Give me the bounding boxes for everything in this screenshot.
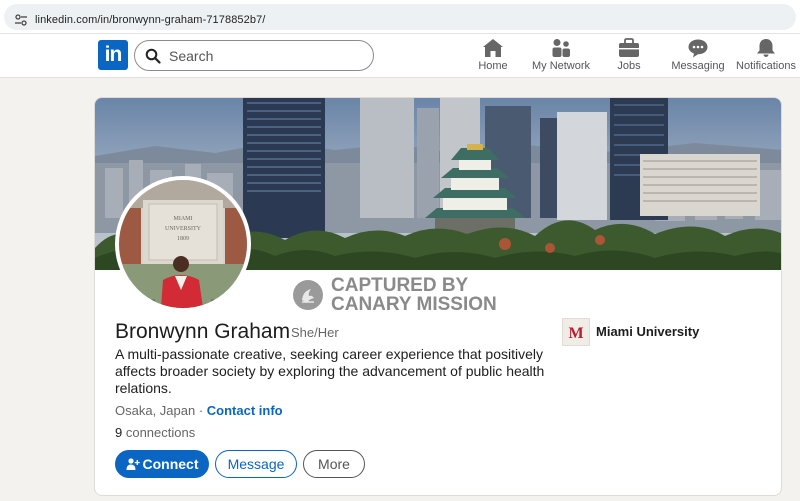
location-separator: · xyxy=(195,403,207,418)
profile-location-row: Osaka, Japan · Contact info xyxy=(115,403,283,418)
connections-count-row[interactable]: 9 connections xyxy=(115,425,195,440)
nav-jobs[interactable]: Jobs xyxy=(613,38,645,76)
profile-headline: A multi-passionate creative, seeking car… xyxy=(115,346,545,396)
message-button[interactable]: Message xyxy=(215,450,297,478)
network-icon xyxy=(552,39,570,57)
sign-line-2: UNIVERSITY xyxy=(165,226,202,232)
browser-address-bar: linkedin.com/in/bronwynn-graham-7178852b… xyxy=(0,0,800,34)
connect-label: Connect xyxy=(142,456,199,472)
search-box[interactable] xyxy=(134,40,374,71)
site-settings-icon[interactable] xyxy=(14,13,28,27)
nav-jobs-label: Jobs xyxy=(617,60,641,72)
sign-line-1: MIAMI xyxy=(174,216,193,222)
search-icon xyxy=(145,48,161,64)
profile-card: MIAMI UNIVERSITY 1809 CAPTURED BY CANARY… xyxy=(94,97,782,496)
miami-university-logo: M xyxy=(562,318,590,346)
bell-icon xyxy=(757,39,775,57)
nav-messaging-label: Messaging xyxy=(671,60,725,72)
contact-info-link[interactable]: Contact info xyxy=(207,403,283,418)
briefcase-icon xyxy=(619,38,639,57)
url-text[interactable]: linkedin.com/in/bronwynn-graham-7178852b… xyxy=(35,14,265,26)
search-input[interactable] xyxy=(169,46,359,66)
add-person-icon xyxy=(126,458,140,470)
nav-home[interactable]: Home xyxy=(476,38,510,76)
sign-line-3: 1809 xyxy=(177,236,189,242)
profile-pronouns: She/Her xyxy=(291,325,339,340)
nav-messaging[interactable]: Messaging xyxy=(671,38,725,76)
nav-my-network-label: My Network xyxy=(531,60,591,72)
canary-bird-icon xyxy=(293,280,323,310)
school-name: Miami University xyxy=(596,324,700,339)
nav-notifications[interactable]: Notifications xyxy=(736,38,796,76)
linkedin-logo[interactable]: in xyxy=(98,40,128,70)
watermark-line1: CAPTURED BY xyxy=(331,275,469,296)
nav-my-network[interactable]: My Network xyxy=(530,38,592,76)
nav-home-label: Home xyxy=(478,60,508,72)
profile-name: Bronwynn Graham xyxy=(115,320,291,343)
url-field[interactable]: linkedin.com/in/bronwynn-graham-7178852b… xyxy=(4,4,796,30)
connections-label: connections xyxy=(122,425,196,440)
more-button[interactable]: More xyxy=(303,450,365,478)
home-icon xyxy=(483,39,503,57)
school-logo-letter: M xyxy=(568,325,583,342)
watermark-text: CAPTURED BY CANARY MISSION xyxy=(331,276,497,314)
avatar-photo: MIAMI UNIVERSITY 1809 xyxy=(119,180,247,308)
watermark-line2: CANARY MISSION xyxy=(331,294,497,315)
messaging-icon xyxy=(688,39,708,58)
profile-avatar[interactable]: MIAMI UNIVERSITY 1809 xyxy=(115,176,251,312)
profile-location: Osaka, Japan xyxy=(115,403,196,418)
top-navigation: in Home My Network Jobs xyxy=(0,34,800,78)
nav-notifications-label: Notifications xyxy=(736,60,796,72)
connect-button[interactable]: Connect xyxy=(115,450,209,478)
